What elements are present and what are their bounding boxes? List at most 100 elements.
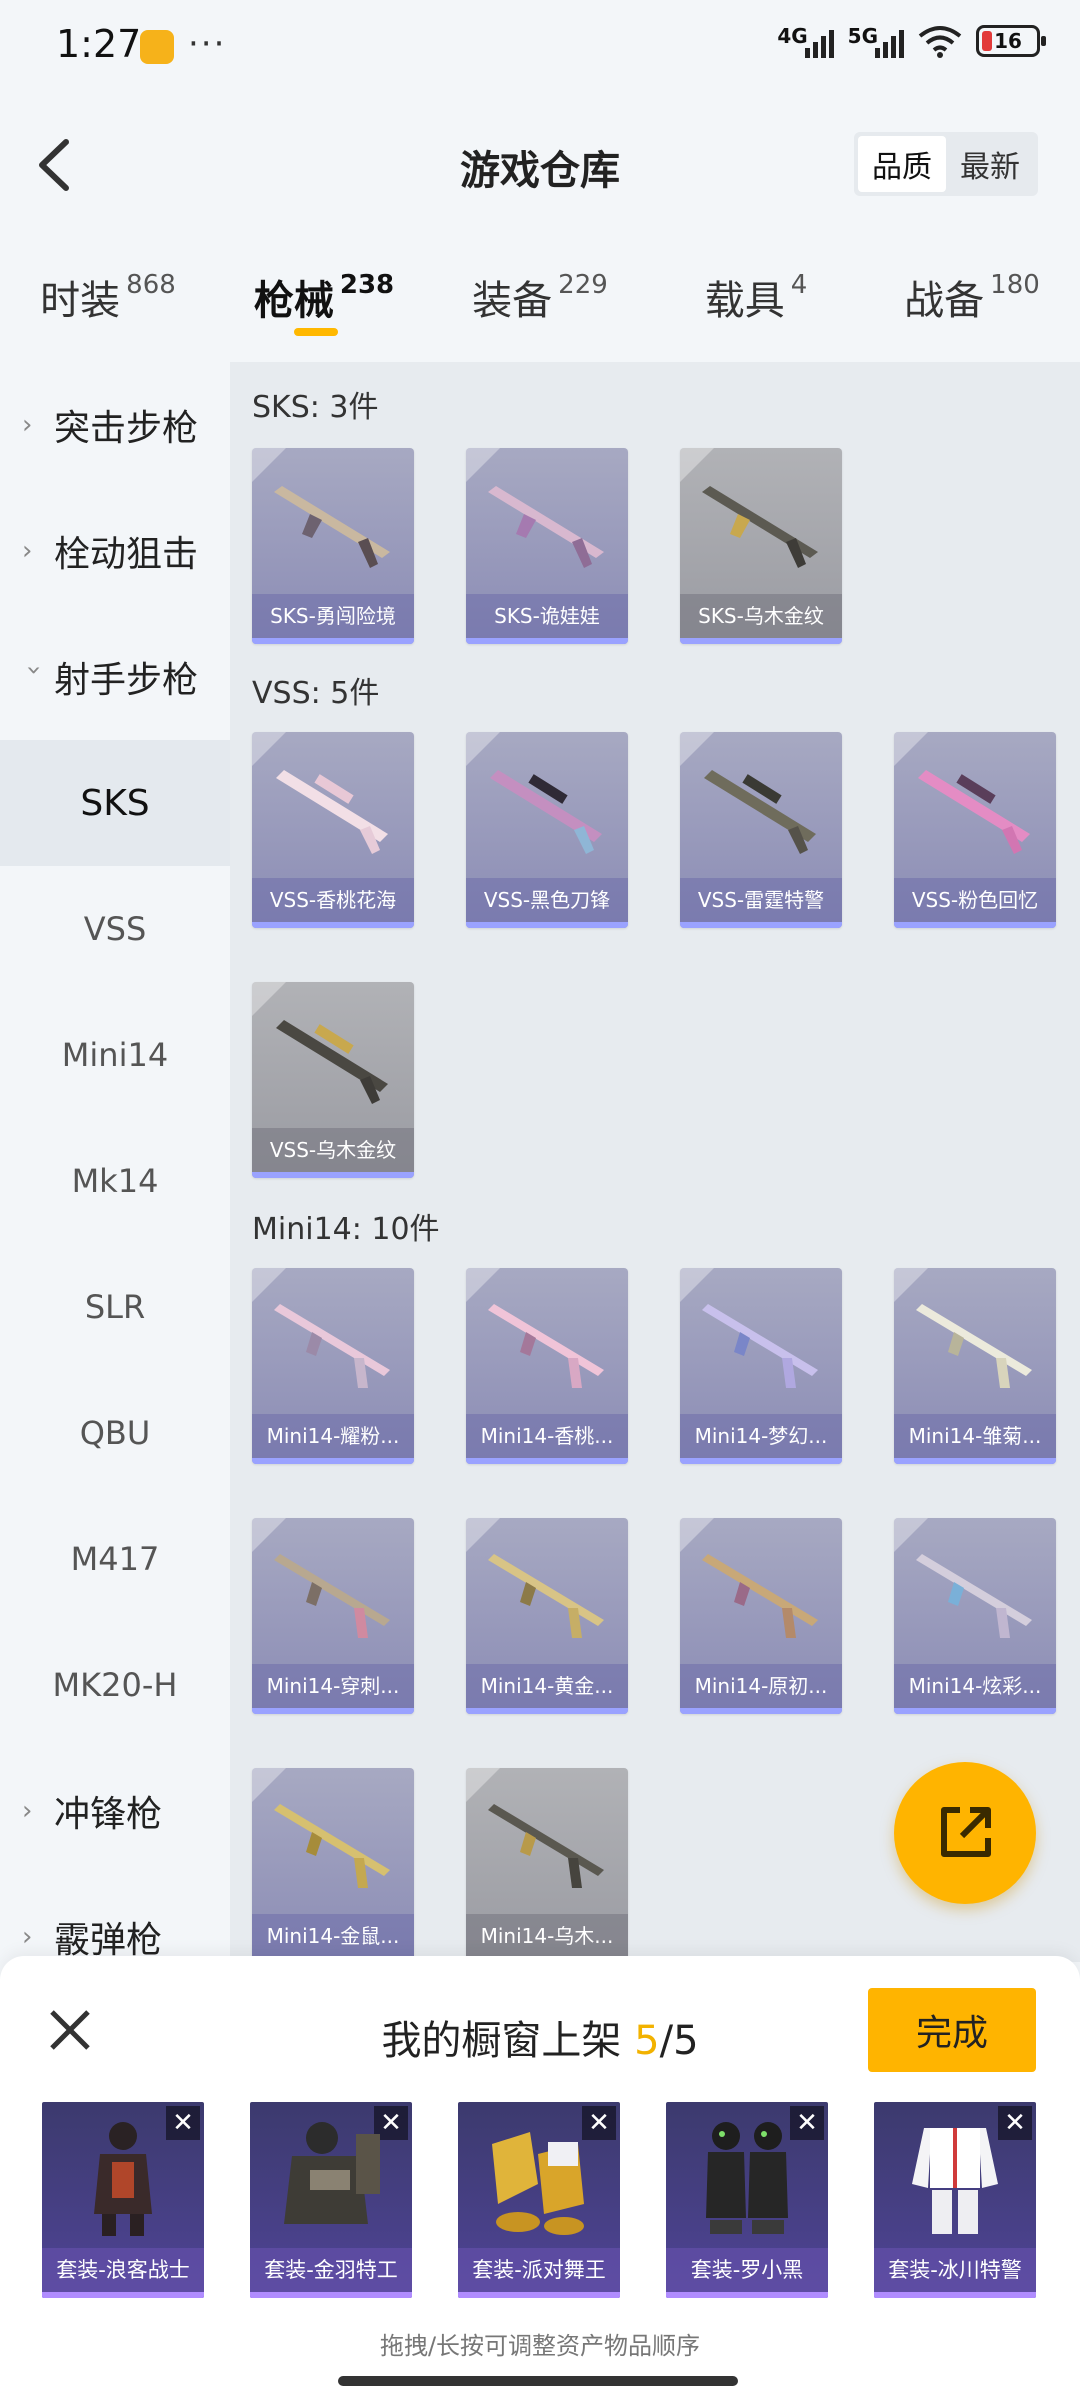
- active-tab-indicator: [294, 328, 338, 336]
- sidebar-group-bolt-sniper[interactable]: › 栓动狙击: [0, 488, 230, 614]
- weapon-name: Mini14-梦幻...: [680, 1414, 842, 1458]
- weapon-name: VSS-乌木金纹: [252, 1128, 414, 1172]
- more-notifications-icon: ···: [188, 24, 227, 64]
- weapon-card[interactable]: SKS-诡娃娃: [466, 448, 628, 644]
- rifle-icon: [274, 1554, 390, 1638]
- share-button[interactable]: [894, 1762, 1036, 1904]
- app-notification-icon: [140, 30, 174, 64]
- showcase-outfit-item[interactable]: ✕ 套装-罗小黑: [666, 2102, 828, 2298]
- reorder-hint: 拖拽/长按可调整资产物品顺序: [379, 2332, 701, 2360]
- weapon-card[interactable]: SKS-乌木金纹: [680, 448, 842, 644]
- weapon-name: Mini14-黄金...: [466, 1664, 628, 1708]
- tab-supplies[interactable]: 战备 180: [864, 240, 1080, 350]
- sidebar-item-vss[interactable]: VSS: [0, 866, 230, 992]
- outfit-icon: [912, 2128, 998, 2234]
- rifle-icon: [488, 1804, 604, 1888]
- tab-fashion[interactable]: 时装 868: [0, 240, 216, 350]
- showcase-sheet: 我的橱窗上架 5/5 完成 ✕ 套装-浪客战士 ✕ 套装-金羽特工 ✕ 套装-派…: [0, 1956, 1080, 2400]
- weapon-name: SKS-诡娃娃: [466, 594, 628, 638]
- rifle-icon: [274, 1804, 390, 1888]
- weapon-card[interactable]: Mini14-乌木...: [466, 1768, 628, 1962]
- chevron-right-icon: ›: [22, 1796, 33, 1826]
- sidebar-item-m417[interactable]: M417: [0, 1496, 230, 1622]
- rifle-icon: [702, 1554, 818, 1638]
- outfit-icon: [706, 2122, 788, 2234]
- weapon-card[interactable]: Mini14-雏菊...: [894, 1268, 1056, 1464]
- weapon-card[interactable]: SKS-勇闯险境: [252, 448, 414, 644]
- rifle-icon: [916, 1554, 1032, 1638]
- weapon-name: VSS-香桃花海: [252, 878, 414, 922]
- showcase-outfit-item[interactable]: ✕ 套装-浪客战士: [42, 2102, 204, 2298]
- chevron-right-icon: ›: [22, 536, 33, 566]
- done-button[interactable]: 完成: [868, 1988, 1036, 2072]
- outfit-icon: [94, 2122, 152, 2236]
- outfit-name: 套装-罗小黑: [666, 2248, 828, 2292]
- weapon-card[interactable]: Mini14-梦幻...: [680, 1268, 842, 1464]
- sniper-rifle-icon: [918, 770, 1030, 854]
- weapon-card[interactable]: VSS-黑色刀锋: [466, 732, 628, 928]
- sort-toggle: 品质 最新: [854, 132, 1038, 196]
- weapon-name: Mini14-穿刺...: [252, 1664, 414, 1708]
- rifle-icon: [488, 1304, 604, 1388]
- sidebar-item-mk14[interactable]: Mk14: [0, 1118, 230, 1244]
- weapon-name: SKS-勇闯险境: [252, 594, 414, 638]
- weapon-card[interactable]: VSS-粉色回忆: [894, 732, 1056, 928]
- weapon-name: Mini14-香桃...: [466, 1414, 628, 1458]
- home-indicator[interactable]: [338, 2376, 738, 2386]
- weapon-name: VSS-粉色回忆: [894, 878, 1056, 922]
- sidebar-item-mk20h[interactable]: MK20-H: [0, 1622, 230, 1748]
- clock: 1:27: [56, 22, 142, 66]
- showcase-outfit-item[interactable]: ✕ 套装-冰川特警: [874, 2102, 1036, 2298]
- rifle-icon: [488, 1554, 604, 1638]
- outfit-name: 套装-金羽特工: [250, 2248, 412, 2292]
- sniper-rifle-icon: [276, 1020, 388, 1104]
- sidebar-group-assault-rifle[interactable]: › 突击步枪: [0, 362, 230, 488]
- chevron-right-icon: ›: [22, 1922, 33, 1952]
- weapon-card[interactable]: Mini14-炫彩...: [894, 1518, 1056, 1714]
- weapon-card[interactable]: Mini14-穿刺...: [252, 1518, 414, 1714]
- sort-quality-button[interactable]: 品质: [858, 136, 946, 192]
- weapon-card[interactable]: Mini14-金鼠...: [252, 1768, 414, 1962]
- weapon-card[interactable]: Mini14-黄金...: [466, 1518, 628, 1714]
- section-title-vss: VSS: 5件: [252, 676, 380, 711]
- signal-4g-icon: 4G: [777, 24, 834, 58]
- sidebar-item-slr[interactable]: SLR: [0, 1244, 230, 1370]
- weapon-name: Mini14-雏菊...: [894, 1414, 1056, 1458]
- weapon-card[interactable]: VSS-雷霆特警: [680, 732, 842, 928]
- category-tabs: 时装 868 枪械 238 装备 229 载具 4 战备 180: [0, 240, 1080, 350]
- weapon-name: VSS-黑色刀锋: [466, 878, 628, 922]
- weapon-name: Mini14-乌木...: [466, 1914, 628, 1958]
- status-bar: 1:27 ··· 4G 5G 16: [0, 0, 1080, 92]
- chevron-right-icon: ›: [22, 410, 33, 440]
- sniper-rifle-icon: [276, 770, 388, 854]
- sidebar-item-mini14[interactable]: Mini14: [0, 992, 230, 1118]
- weapon-name: Mini14-炫彩...: [894, 1664, 1056, 1708]
- tab-equipment[interactable]: 装备 229: [432, 240, 648, 350]
- outfit-name: 套装-浪客战士: [42, 2248, 204, 2292]
- section-title-sks: SKS: 3件: [252, 390, 379, 425]
- weapon-card[interactable]: Mini14-耀粉...: [252, 1268, 414, 1464]
- sort-newest-button[interactable]: 最新: [946, 136, 1034, 192]
- sidebar-item-qbu[interactable]: QBU: [0, 1370, 230, 1496]
- sidebar-item-sks[interactable]: SKS: [0, 740, 230, 866]
- weapon-card[interactable]: VSS-乌木金纹: [252, 982, 414, 1178]
- outfit-icon: [492, 2132, 584, 2235]
- sidebar-group-dmr[interactable]: › 射手步枪: [0, 614, 230, 740]
- weapon-card[interactable]: Mini14-香桃...: [466, 1268, 628, 1464]
- showcase-outfit-item[interactable]: ✕ 套装-金羽特工: [250, 2102, 412, 2298]
- chevron-down-icon: ›: [19, 665, 49, 676]
- weapon-card[interactable]: Mini14-原初...: [680, 1518, 842, 1714]
- rifle-icon: [702, 1304, 818, 1388]
- weapon-name: Mini14-耀粉...: [252, 1414, 414, 1458]
- sidebar-group-smg[interactable]: › 冲锋枪: [0, 1748, 230, 1874]
- weapon-card[interactable]: VSS-香桃花海: [252, 732, 414, 928]
- rifle-icon: [702, 486, 818, 568]
- weapon-name: Mini14-金鼠...: [252, 1914, 414, 1958]
- showcase-outfit-item[interactable]: ✕ 套装-派对舞王: [458, 2102, 620, 2298]
- header: 游戏仓库 品质 最新: [0, 110, 1080, 220]
- section-title-mini14: Mini14: 10件: [252, 1212, 440, 1247]
- weapon-name: SKS-乌木金纹: [680, 594, 842, 638]
- weapon-name: Mini14-原初...: [680, 1664, 842, 1708]
- tab-vehicles[interactable]: 载具 4: [648, 240, 864, 350]
- tab-guns[interactable]: 枪械 238: [216, 240, 432, 350]
